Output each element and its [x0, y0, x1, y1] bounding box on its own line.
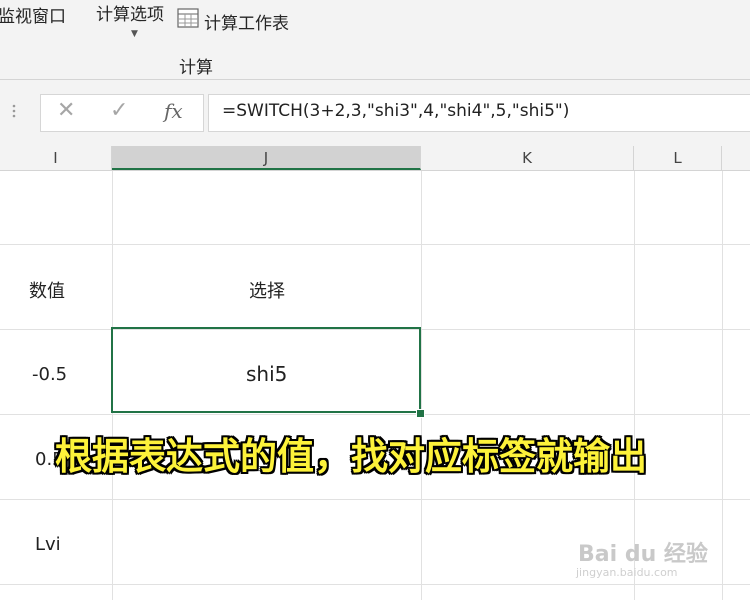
grid-line [722, 171, 723, 600]
grid-line [421, 171, 422, 600]
column-header-j[interactable]: J [112, 146, 421, 170]
calc-sheet-icon [177, 8, 199, 28]
watch-window-button[interactable]: 监视窗口 [0, 2, 66, 27]
baidu-watermark-logo: Bai du 经验 [578, 542, 708, 567]
grid-line [0, 499, 750, 500]
caption-overlay: 根据表达式的值，找对应标签就输出 [55, 435, 647, 478]
cancel-icon[interactable]: ✕ [57, 98, 75, 123]
cell-i-row3[interactable]: Lvi [35, 534, 61, 555]
baidu-watermark-url: jingyan.baidu.com [576, 566, 678, 579]
grid-line [0, 414, 750, 415]
insert-function-button[interactable]: fx [164, 99, 183, 123]
grid-line [0, 584, 750, 585]
calc-sheet-button[interactable]: 计算工作表 [204, 9, 289, 34]
column-header-k[interactable]: K [421, 146, 634, 170]
cell-i-row1[interactable]: -0.5 [32, 364, 67, 385]
cell-j-header[interactable]: 选择 [249, 277, 285, 303]
calc-options-button[interactable]: 计算选项 [96, 0, 164, 25]
cell-i-header[interactable]: 数值 [29, 277, 65, 303]
column-header-m[interactable] [722, 146, 750, 170]
chevron-down-icon[interactable]: ▼ [131, 29, 138, 39]
enter-icon[interactable]: ✓ [110, 98, 128, 123]
grip-icon[interactable] [11, 103, 17, 119]
fill-handle[interactable] [416, 409, 425, 418]
column-header-i[interactable]: I [0, 146, 112, 170]
column-header-l[interactable]: L [634, 146, 722, 170]
cell-j-row1[interactable]: shi5 [246, 362, 287, 386]
grid-line [0, 244, 750, 245]
formula-text[interactable]: =SWITCH(3+2,3,"shi3",4,"shi4",5,"shi5") [222, 101, 569, 121]
ribbon-group-label: 计算 [179, 58, 213, 78]
